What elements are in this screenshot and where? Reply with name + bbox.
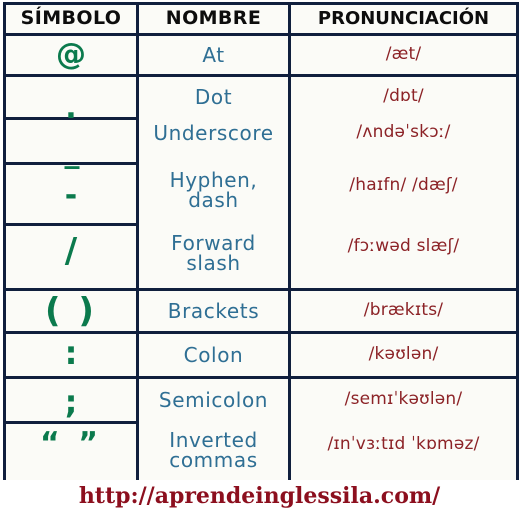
symbols-table: SÍMBOLO NOMBRE PRONUNCIACIÓN @ At /æt/ .…: [3, 2, 519, 485]
hyphen-symbol: -: [64, 178, 78, 213]
table-row: / Forward slash /fɔːwəd slæʃ/: [3, 213, 519, 291]
pronunciation-cell: /ɪnˈvɜːtɪd ˈkɒməz/: [288, 413, 519, 477]
pronunciation-cell: /æt/: [288, 33, 519, 77]
name-line-2: slash: [186, 251, 241, 275]
name-line-1: Colon: [183, 342, 244, 367]
inverted-commas-symbol: “ ”: [40, 426, 102, 461]
footer: http://aprendeinglessila.com/: [0, 480, 519, 512]
name-cell: At: [136, 33, 291, 77]
website-url[interactable]: http://aprendeinglessila.com/: [79, 483, 440, 509]
table-body: @ At /æt/ . Dot /dɒt/ _ Underscore /ʌndə…: [3, 33, 519, 485]
name-line-2: commas: [169, 448, 258, 472]
symbol-cell: @: [3, 33, 139, 77]
symbol-cell: /: [3, 223, 139, 291]
pronunciation-cell: /kəʊlən/: [288, 331, 519, 379]
table-row: ( ) Brackets /brækɪts/: [3, 288, 519, 334]
symbol-cell: -: [3, 162, 139, 226]
symbol-cell: :: [3, 331, 139, 379]
symbol-cell: “ ”: [3, 421, 139, 485]
name-line-1: Underscore: [153, 120, 274, 145]
column-header-symbol: SÍMBOLO: [3, 2, 139, 36]
name-line-1: Semicolon: [158, 387, 269, 412]
table-row: @ At /æt/: [3, 33, 519, 77]
at-symbol: @: [56, 37, 86, 72]
name-line-1: Dot: [194, 84, 233, 109]
name-cell: Semicolon: [136, 376, 291, 424]
column-header-name: NOMBRE: [136, 2, 291, 36]
name-line-1: Brackets: [167, 298, 260, 323]
symbol-cell: .: [3, 74, 139, 124]
table-row: : Colon /kəʊlən/: [3, 331, 519, 379]
name-line-1: At: [202, 42, 225, 67]
name-cell: Colon: [136, 331, 291, 379]
pronunciation-cell: /ʌndəˈskɔː/: [288, 109, 519, 157]
name-cell: Brackets: [136, 288, 291, 334]
table-row: “ ” Inverted commas /ɪnˈvɜːtɪd ˈkɒməz/: [3, 413, 519, 485]
dot-symbol: .: [65, 91, 77, 126]
name-line-2: dash: [188, 188, 239, 212]
name-cell: Underscore: [136, 109, 291, 157]
header-row: SÍMBOLO NOMBRE PRONUNCIACIÓN: [3, 2, 519, 36]
symbols-reference-card: SÍMBOLO NOMBRE PRONUNCIACIÓN @ At /æt/ .…: [0, 0, 519, 512]
forward-slash-symbol: /: [64, 231, 78, 271]
pronunciation-cell: /haɪfn/ /dæʃ/: [288, 154, 519, 218]
column-header-pronunciation: PRONUNCIACIÓN: [288, 2, 519, 36]
brackets-symbol: ( ): [45, 291, 97, 331]
semicolon-symbol: ;: [64, 383, 78, 421]
name-cell: Hyphen, dash: [136, 158, 291, 222]
symbol-cell: ;: [3, 376, 139, 424]
symbol-cell: ( ): [3, 288, 139, 334]
pronunciation-cell: /brækɪts/: [288, 288, 519, 334]
name-cell: Inverted commas: [136, 418, 291, 482]
colon-symbol: :: [64, 334, 78, 372]
name-cell: Forward slash: [136, 219, 291, 287]
pronunciation-cell: /fɔːwəd slæʃ/: [288, 213, 519, 281]
underscore-symbol: _: [64, 135, 80, 170]
table-header: SÍMBOLO NOMBRE PRONUNCIACIÓN: [3, 2, 519, 36]
